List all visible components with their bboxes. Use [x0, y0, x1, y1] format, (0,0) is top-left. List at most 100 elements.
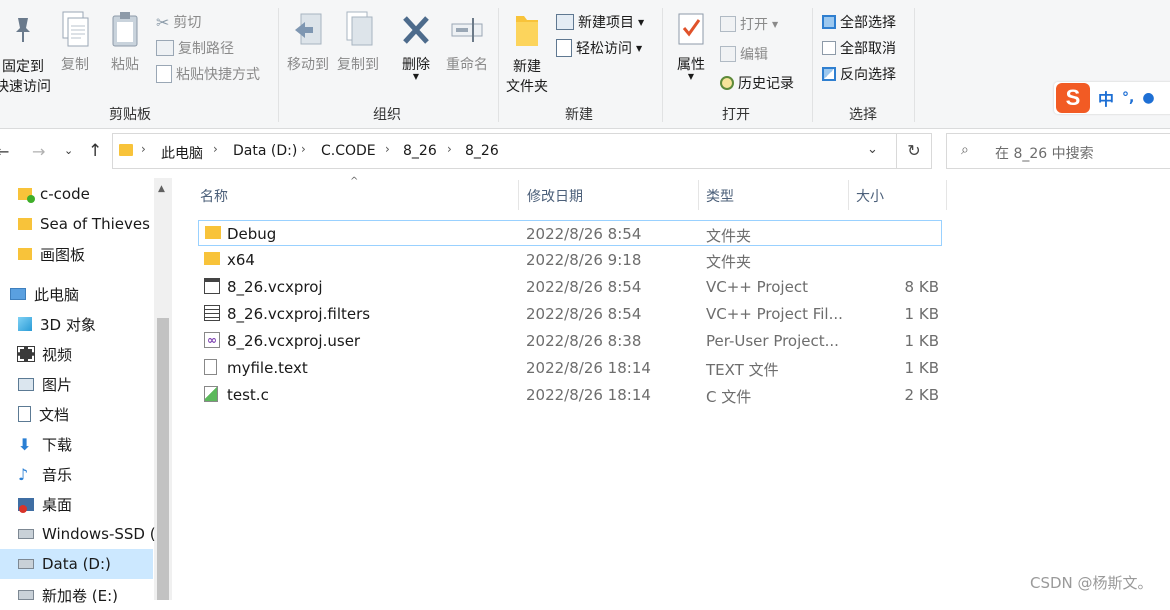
breadcrumb-item[interactable]: C.CODE — [321, 143, 376, 159]
new-group-label: 新建 — [565, 107, 593, 123]
new-item-button[interactable]: 新建项目 ▼ — [556, 12, 644, 32]
column-divider[interactable] — [518, 180, 519, 210]
paste-shortcut-button[interactable]: 粘贴快捷方式 — [156, 64, 260, 84]
properties-button[interactable]: 属性 ▼ — [672, 10, 710, 81]
nav-item-new-volume-e[interactable]: 新加卷 (E:) — [18, 580, 118, 610]
recent-locations-chevron-icon[interactable]: ⌄ — [64, 144, 73, 157]
forward-arrow-icon[interactable]: → — [32, 142, 45, 161]
breadcrumb-item[interactable]: 此电脑 — [161, 143, 203, 163]
nav-item-this-pc[interactable]: 此电脑 — [10, 279, 79, 309]
column-header-type[interactable]: 类型 — [706, 186, 734, 206]
nav-item-windows-ssd[interactable]: Windows-SSD ( — [18, 519, 156, 549]
copy-to-button[interactable]: 复制到 — [334, 10, 382, 74]
refresh-button[interactable]: ↻ — [896, 133, 932, 169]
scrollbar-thumb[interactable] — [157, 318, 169, 600]
address-bar[interactable]: › 此电脑 › Data (D:) › C.CODE › 8_26 › 8_26… — [112, 133, 897, 169]
search-box[interactable]: ⌕ 在 8_26 中搜索 — [946, 133, 1170, 169]
file-row[interactable]: Debug 2022/8/26 8:54 文件夹 — [198, 220, 942, 246]
new-folder-button[interactable]: 新建 文件夹 — [502, 10, 552, 96]
copy-path-button[interactable]: 复制路径 — [156, 38, 234, 58]
column-divider[interactable] — [946, 180, 947, 210]
ribbon: 固定到 快速访问 复制 粘贴 ✂ 剪切 复制路径 粘贴快捷方式 剪贴板 移动到 … — [0, 0, 1170, 129]
delete-button[interactable]: 删除 ▼ — [396, 10, 436, 81]
file-row[interactable]: 8_26.vcxproj.filters 2022/8/26 8:54 VC++… — [198, 301, 942, 327]
vcxproj-icon — [204, 278, 220, 294]
breadcrumb-item[interactable]: 8_26 — [403, 143, 437, 159]
move-to-button[interactable]: 移动到 — [284, 10, 332, 74]
file-row[interactable]: myfile.text 2022/8/26 18:14 TEXT 文件 1 KB — [198, 355, 942, 381]
nav-item-desktop[interactable]: 桌面 — [18, 489, 72, 519]
paste-shortcut-icon — [156, 65, 172, 83]
file-name: x64 — [227, 251, 255, 269]
nav-scrollbar[interactable]: ▲ — [154, 178, 172, 600]
microphone-icon[interactable]: ● — [1142, 90, 1154, 106]
select-all-button[interactable]: 全部选择 — [822, 12, 896, 32]
nav-item-3d-objects[interactable]: 3D 对象 — [18, 309, 96, 339]
column-header-size[interactable]: 大小 — [856, 186, 884, 206]
nav-item-c-code[interactable]: c-code — [18, 179, 90, 209]
cut-button[interactable]: ✂ 剪切 — [156, 12, 201, 32]
chevron-down-icon: ▼ — [772, 19, 779, 29]
invert-selection-button[interactable]: 反向选择 — [822, 64, 896, 84]
easy-access-button[interactable]: 轻松访问 ▼ — [556, 38, 642, 58]
file-type: 文件夹 — [706, 253, 752, 271]
paste-shortcut-label: 粘贴快捷方式 — [176, 67, 260, 83]
history-button[interactable]: 历史记录 — [720, 73, 794, 93]
chevron-down-icon: ▼ — [636, 43, 643, 53]
edit-button[interactable]: 编辑 — [720, 44, 768, 64]
nav-item-sea-of-thieves[interactable]: Sea of Thieves — [18, 209, 150, 239]
music-icon: ♪ — [18, 464, 29, 484]
breadcrumb-item[interactable]: 8_26 — [465, 143, 499, 159]
back-arrow-icon[interactable]: ← — [0, 142, 9, 161]
chevron-down-icon: ▼ — [638, 17, 645, 27]
nav-item-documents[interactable]: 文档 — [18, 399, 69, 429]
nav-item-videos[interactable]: 视频 — [17, 339, 72, 369]
easy-access-icon — [556, 39, 572, 57]
c-file-icon — [204, 386, 218, 402]
nav-item-music[interactable]: ♪ 音乐 — [18, 459, 72, 489]
file-date: 2022/8/26 9:18 — [526, 251, 642, 269]
nav-item-paint-board[interactable]: 画图板 — [18, 239, 85, 269]
nav-item-label: 画图板 — [40, 245, 86, 264]
up-arrow-icon[interactable]: ↑ — [88, 141, 102, 161]
pin-label-2: 快速访问 — [0, 79, 51, 95]
select-none-icon — [822, 41, 836, 55]
column-header-date[interactable]: 修改日期 — [527, 186, 583, 206]
video-icon — [17, 346, 35, 362]
address-dropdown-chevron-icon[interactable]: ⌄ — [867, 142, 878, 157]
easy-access-label: 轻松访问 — [576, 41, 632, 57]
breadcrumb-item[interactable]: Data (D:) — [233, 143, 297, 159]
file-row[interactable]: 8_26.vcxproj 2022/8/26 8:54 VC++ Project… — [198, 274, 942, 300]
file-row[interactable]: x64 2022/8/26 9:18 文件夹 — [198, 247, 942, 273]
paste-button[interactable]: 粘贴 — [108, 10, 142, 74]
document-icon — [18, 406, 31, 422]
folder-icon — [18, 188, 35, 203]
file-row[interactable]: test.c 2022/8/26 18:14 C 文件 2 KB — [198, 382, 942, 408]
column-header-name[interactable]: 名称 — [200, 186, 228, 206]
ime-toolbar[interactable]: S 中 °, ● — [1054, 82, 1170, 114]
nav-item-label: 图片 — [42, 375, 73, 394]
nav-item-label: 3D 对象 — [40, 315, 96, 334]
open-button[interactable]: 打开 ▼ — [720, 14, 778, 34]
delete-label: 删除 — [402, 57, 430, 73]
ribbon-separator — [662, 8, 663, 122]
refresh-icon: ↻ — [907, 141, 921, 160]
select-none-button[interactable]: 全部取消 — [822, 38, 896, 58]
column-divider[interactable] — [848, 180, 849, 210]
file-name: Debug — [227, 225, 277, 243]
ime-mode[interactable]: 中 — [1098, 86, 1114, 110]
scroll-up-arrow-icon[interactable]: ▲ — [158, 184, 165, 194]
rename-button[interactable]: 重命名 — [442, 10, 492, 74]
pin-quick-access-button[interactable]: 固定到 快速访问 — [0, 14, 54, 96]
file-size: 1 KB — [904, 359, 939, 377]
column-divider[interactable] — [698, 180, 699, 210]
file-row[interactable]: ∞ 8_26.vcxproj.user 2022/8/26 8:38 Per-U… — [198, 328, 942, 354]
new-folder-label-2: 文件夹 — [506, 79, 548, 95]
nav-item-data-d[interactable]: Data (D:) — [0, 549, 153, 579]
cut-label: 剪切 — [173, 15, 202, 31]
nav-item-downloads[interactable]: ⬇ 下载 — [18, 429, 72, 459]
ime-punct[interactable]: °, — [1122, 90, 1134, 106]
nav-item-pictures[interactable]: 图片 — [18, 369, 72, 399]
copy-button[interactable]: 复制 — [58, 10, 92, 74]
clipboard-icon — [112, 12, 138, 47]
